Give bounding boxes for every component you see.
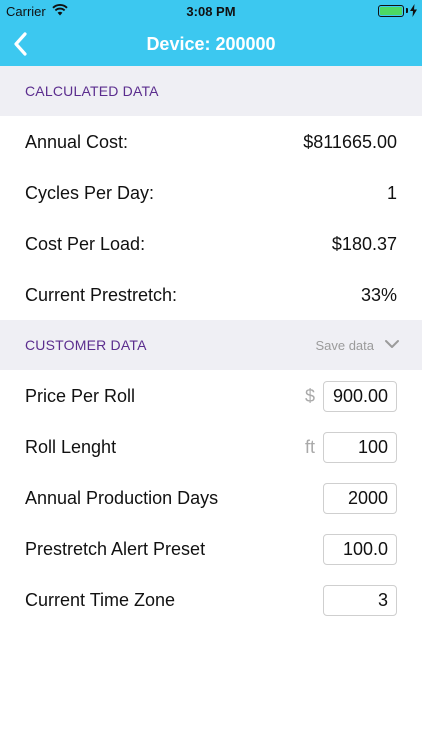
row-label: Prestretch Alert Preset bbox=[25, 539, 206, 559]
calculated-data-title: CALCULATED DATA bbox=[25, 83, 159, 99]
status-bar: Carrier 3:08 PM bbox=[0, 0, 422, 22]
current-prestretch-value: 33% bbox=[360, 285, 397, 305]
row-label: Current Time Zone bbox=[25, 590, 176, 610]
battery-level-fill bbox=[380, 7, 402, 15]
row-label: Cost Per Load: bbox=[25, 234, 146, 254]
dollar-unit-label: $ bbox=[304, 386, 315, 406]
battery-icon bbox=[378, 5, 404, 17]
feet-unit-label: ft bbox=[304, 437, 315, 457]
row-label: Price Per Roll bbox=[25, 386, 136, 406]
save-data-button[interactable]: Save data bbox=[315, 338, 374, 353]
prestretch-alert-preset-input[interactable] bbox=[323, 534, 397, 565]
row-label: Cycles Per Day: bbox=[25, 183, 155, 203]
battery-cap bbox=[406, 8, 408, 13]
annual-production-days-row: Annual Production Days bbox=[0, 473, 422, 524]
page-title: Device: 200000 bbox=[146, 34, 276, 54]
current-time-zone-row: Current Time Zone bbox=[0, 575, 422, 626]
cost-per-load-row: Cost Per Load: $180.37 bbox=[0, 219, 422, 270]
cycles-per-day-value: 1 bbox=[386, 183, 397, 203]
row-label: Annual Production Days bbox=[25, 488, 219, 508]
cycles-per-day-row: Cycles Per Day: 1 bbox=[0, 168, 422, 219]
roll-length-input[interactable] bbox=[323, 432, 397, 463]
annual-cost-value: $811665.00 bbox=[303, 132, 397, 152]
status-time: 3:08 PM bbox=[186, 4, 236, 19]
prestretch-alert-preset-row: Prestretch Alert Preset bbox=[0, 524, 422, 575]
row-label: Current Prestretch: bbox=[25, 285, 178, 305]
annual-cost-row: Annual Cost: $811665.00 bbox=[0, 117, 422, 168]
charging-icon bbox=[410, 4, 417, 17]
current-prestretch-row: Current Prestretch: 33% bbox=[0, 270, 422, 321]
calculated-data-header: CALCULATED DATA bbox=[0, 66, 422, 116]
customer-data-header: CUSTOMER DATA Save data bbox=[0, 320, 422, 370]
annual-production-days-input[interactable] bbox=[323, 483, 397, 514]
roll-length-row: Roll Lenght ft bbox=[0, 422, 422, 473]
chevron-down-icon[interactable] bbox=[384, 338, 400, 350]
row-label: Annual Cost: bbox=[25, 132, 129, 152]
price-per-roll-row: Price Per Roll $ bbox=[0, 371, 422, 422]
price-per-roll-input[interactable] bbox=[323, 381, 397, 412]
cost-per-load-value: $180.37 bbox=[331, 234, 397, 254]
row-label: Roll Lenght bbox=[25, 437, 117, 457]
customer-data-title: CUSTOMER DATA bbox=[25, 337, 147, 353]
current-time-zone-input[interactable] bbox=[323, 585, 397, 616]
navigation-bar: Device: 200000 bbox=[0, 22, 422, 66]
